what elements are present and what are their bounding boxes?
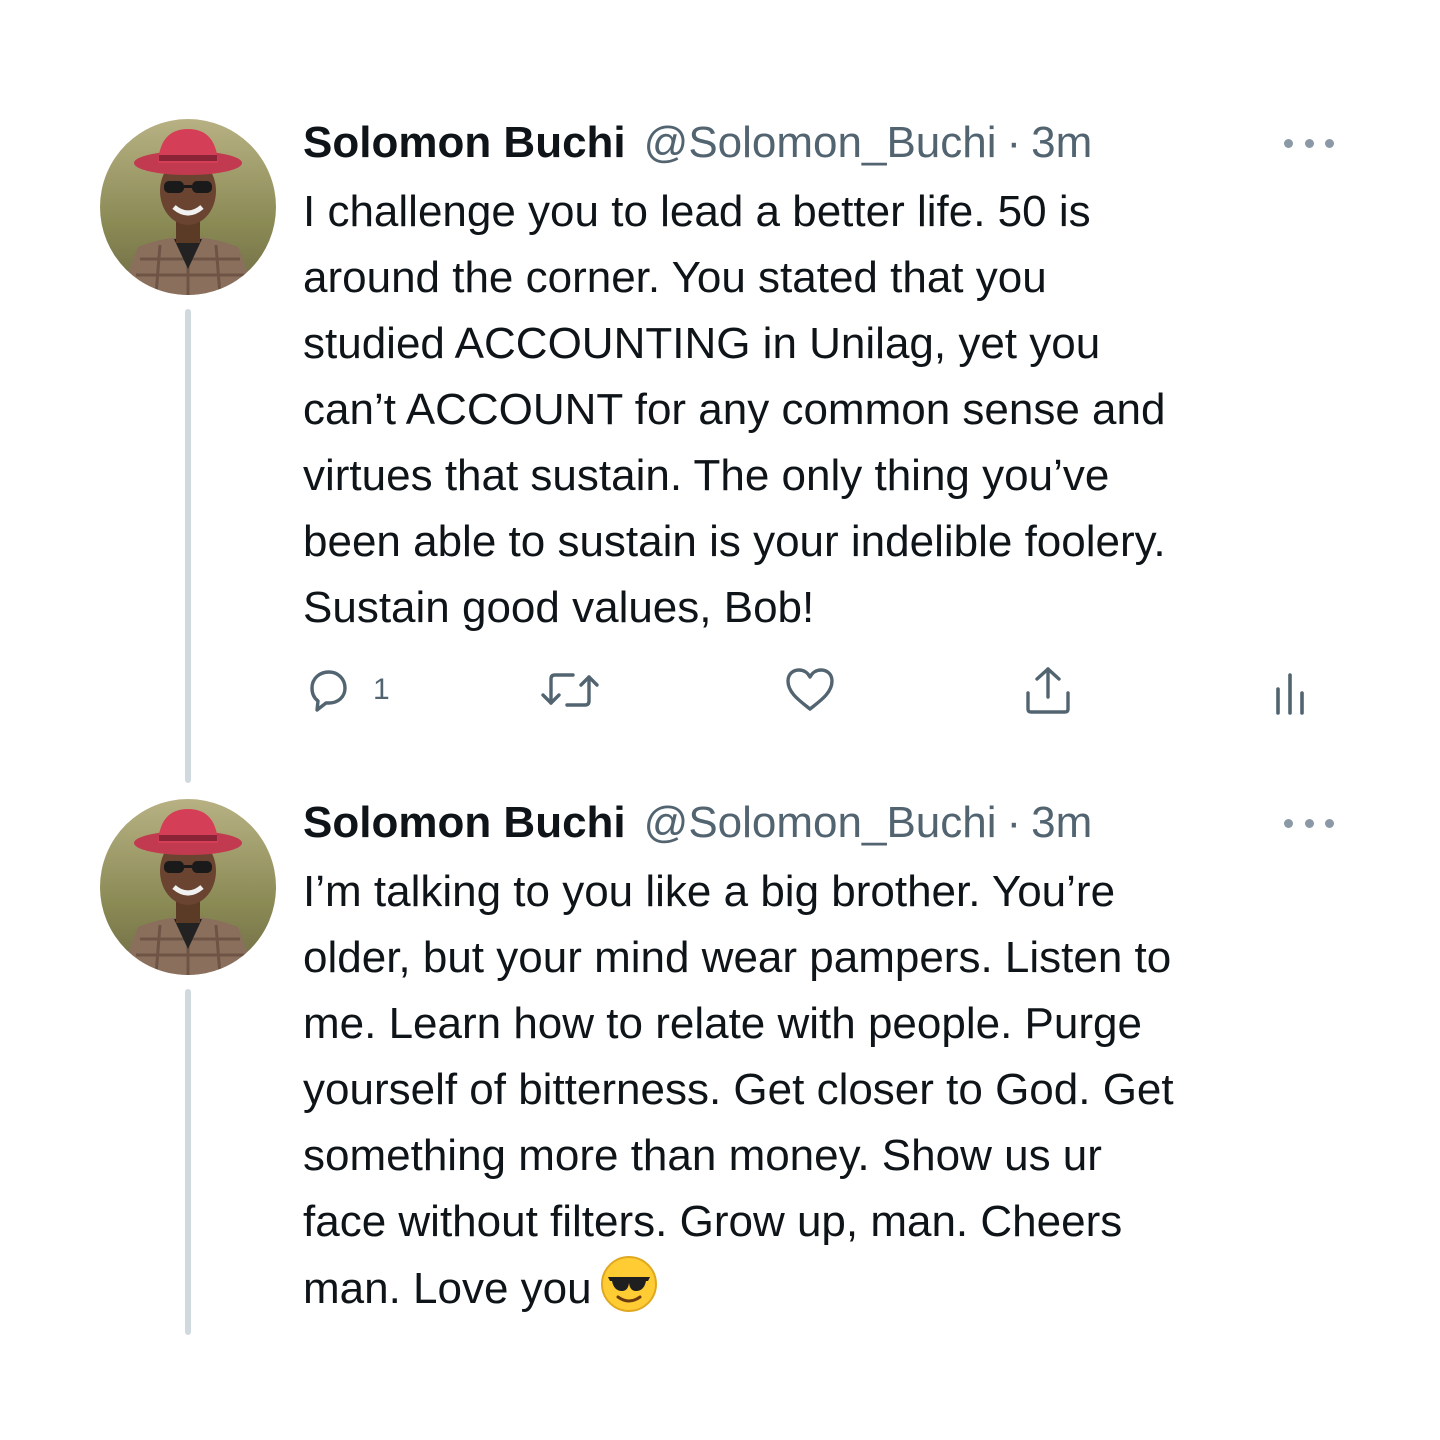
tweet-actions: 1 — [303, 662, 1343, 718]
more-options-icon[interactable] — [1284, 815, 1334, 831]
display-name[interactable]: Solomon Buchi — [303, 793, 626, 853]
avatar[interactable] — [100, 799, 276, 975]
tweet-header: Solomon Buchi @Solomon_Buchi · 3m — [303, 793, 1092, 853]
more-options-icon[interactable] — [1284, 135, 1334, 151]
separator-dot: · — [1006, 798, 1022, 847]
thread-line — [185, 309, 191, 783]
thread-line — [185, 989, 191, 1335]
avatar[interactable] — [100, 119, 276, 295]
reply-icon — [310, 670, 347, 712]
timestamp[interactable]: 3m — [1031, 113, 1092, 173]
tweet-text: I’m talking to you like a big brother. Y… — [303, 859, 1383, 1322]
tweet-text: I challenge you to lead a better life. 5… — [303, 187, 1166, 632]
share-icon — [1026, 667, 1070, 714]
analytics-icon — [1276, 673, 1304, 715]
tweet-text-body: I’m talking to you like a big brother. Y… — [303, 867, 1174, 1313]
timestamp[interactable]: 3m — [1031, 793, 1092, 853]
reply-count: 1 — [373, 673, 390, 706]
display-name[interactable]: Solomon Buchi — [303, 113, 626, 173]
like-icon — [786, 668, 834, 711]
user-handle[interactable]: @Solomon_Buchi — [644, 793, 997, 853]
share-button[interactable] — [1021, 662, 1075, 718]
retweet-button[interactable] — [537, 662, 603, 718]
user-handle[interactable]: @Solomon_Buchi — [644, 113, 997, 173]
analytics-button[interactable] — [1270, 662, 1310, 718]
reply-button[interactable]: 1 — [303, 662, 390, 718]
like-button[interactable] — [783, 662, 837, 718]
retweet-icon — [541, 673, 599, 707]
tweet-header: Solomon Buchi @Solomon_Buchi · 3m — [303, 113, 1092, 173]
sunglasses-emoji-icon — [600, 1256, 657, 1312]
separator-dot: · — [1006, 118, 1022, 167]
